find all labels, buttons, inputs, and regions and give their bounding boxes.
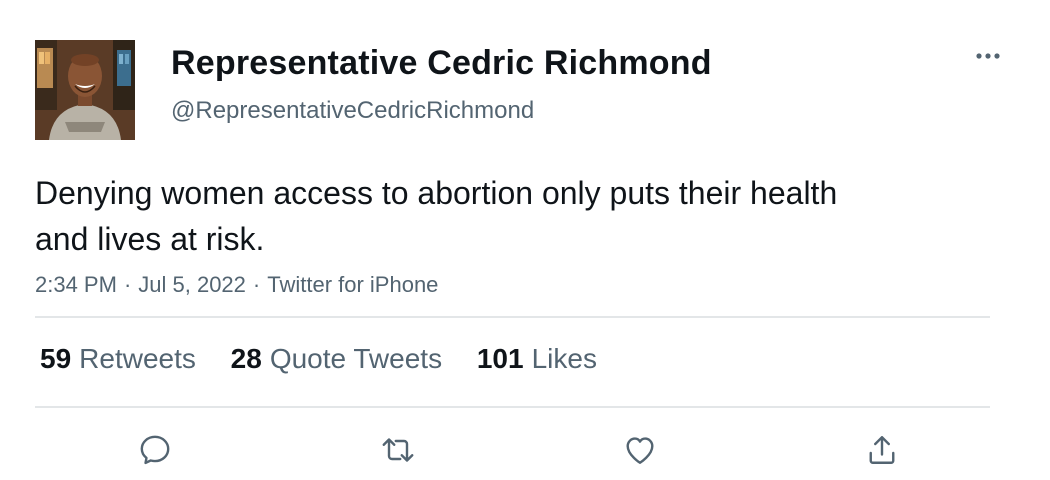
meta-separator: · [252, 272, 261, 297]
reply-icon [140, 435, 170, 465]
share-button[interactable] [860, 428, 904, 472]
quote-tweets-label: Quote Tweets [269, 343, 443, 374]
user-handle[interactable]: @RepresentativeCedricRichmond [171, 96, 534, 126]
avatar-image [35, 40, 135, 140]
divider [35, 406, 990, 408]
likes-label: Likes [531, 343, 597, 374]
retweet-button[interactable] [376, 428, 420, 472]
like-button[interactable] [618, 428, 662, 472]
quote-tweets-count: 28 [230, 343, 262, 374]
likes-stat[interactable]: 101 Likes [477, 340, 597, 378]
retweets-count: 59 [40, 343, 72, 374]
tweet-meta: 2:34 PM · Jul 5, 2022 · Twitter for iPhone [35, 270, 438, 300]
share-icon [869, 436, 895, 464]
more-options-button[interactable] [970, 42, 1006, 70]
retweet-icon [382, 438, 414, 462]
more-icon [976, 53, 1000, 59]
engagement-stats: 59 Retweets 28 Quote Tweets 101 Likes [40, 340, 624, 378]
quote-tweets-stat[interactable]: 28 Quote Tweets [231, 340, 442, 378]
likes-count: 101 [476, 343, 524, 374]
reply-button[interactable] [133, 428, 177, 472]
meta-separator: · [123, 272, 132, 297]
avatar[interactable] [35, 40, 135, 140]
tweet-time[interactable]: 2:34 PM [35, 272, 117, 297]
divider [35, 316, 990, 318]
retweets-stat[interactable]: 59 Retweets [40, 340, 196, 378]
tweet-date[interactable]: Jul 5, 2022 [138, 272, 246, 297]
tweet-source[interactable]: Twitter for iPhone [267, 272, 438, 297]
display-name[interactable]: Representative Cedric Richmond [171, 43, 712, 83]
like-icon [626, 437, 654, 464]
tweet-text: Denying women access to abortion only pu… [35, 175, 838, 257]
retweets-label: Retweets [79, 343, 196, 374]
